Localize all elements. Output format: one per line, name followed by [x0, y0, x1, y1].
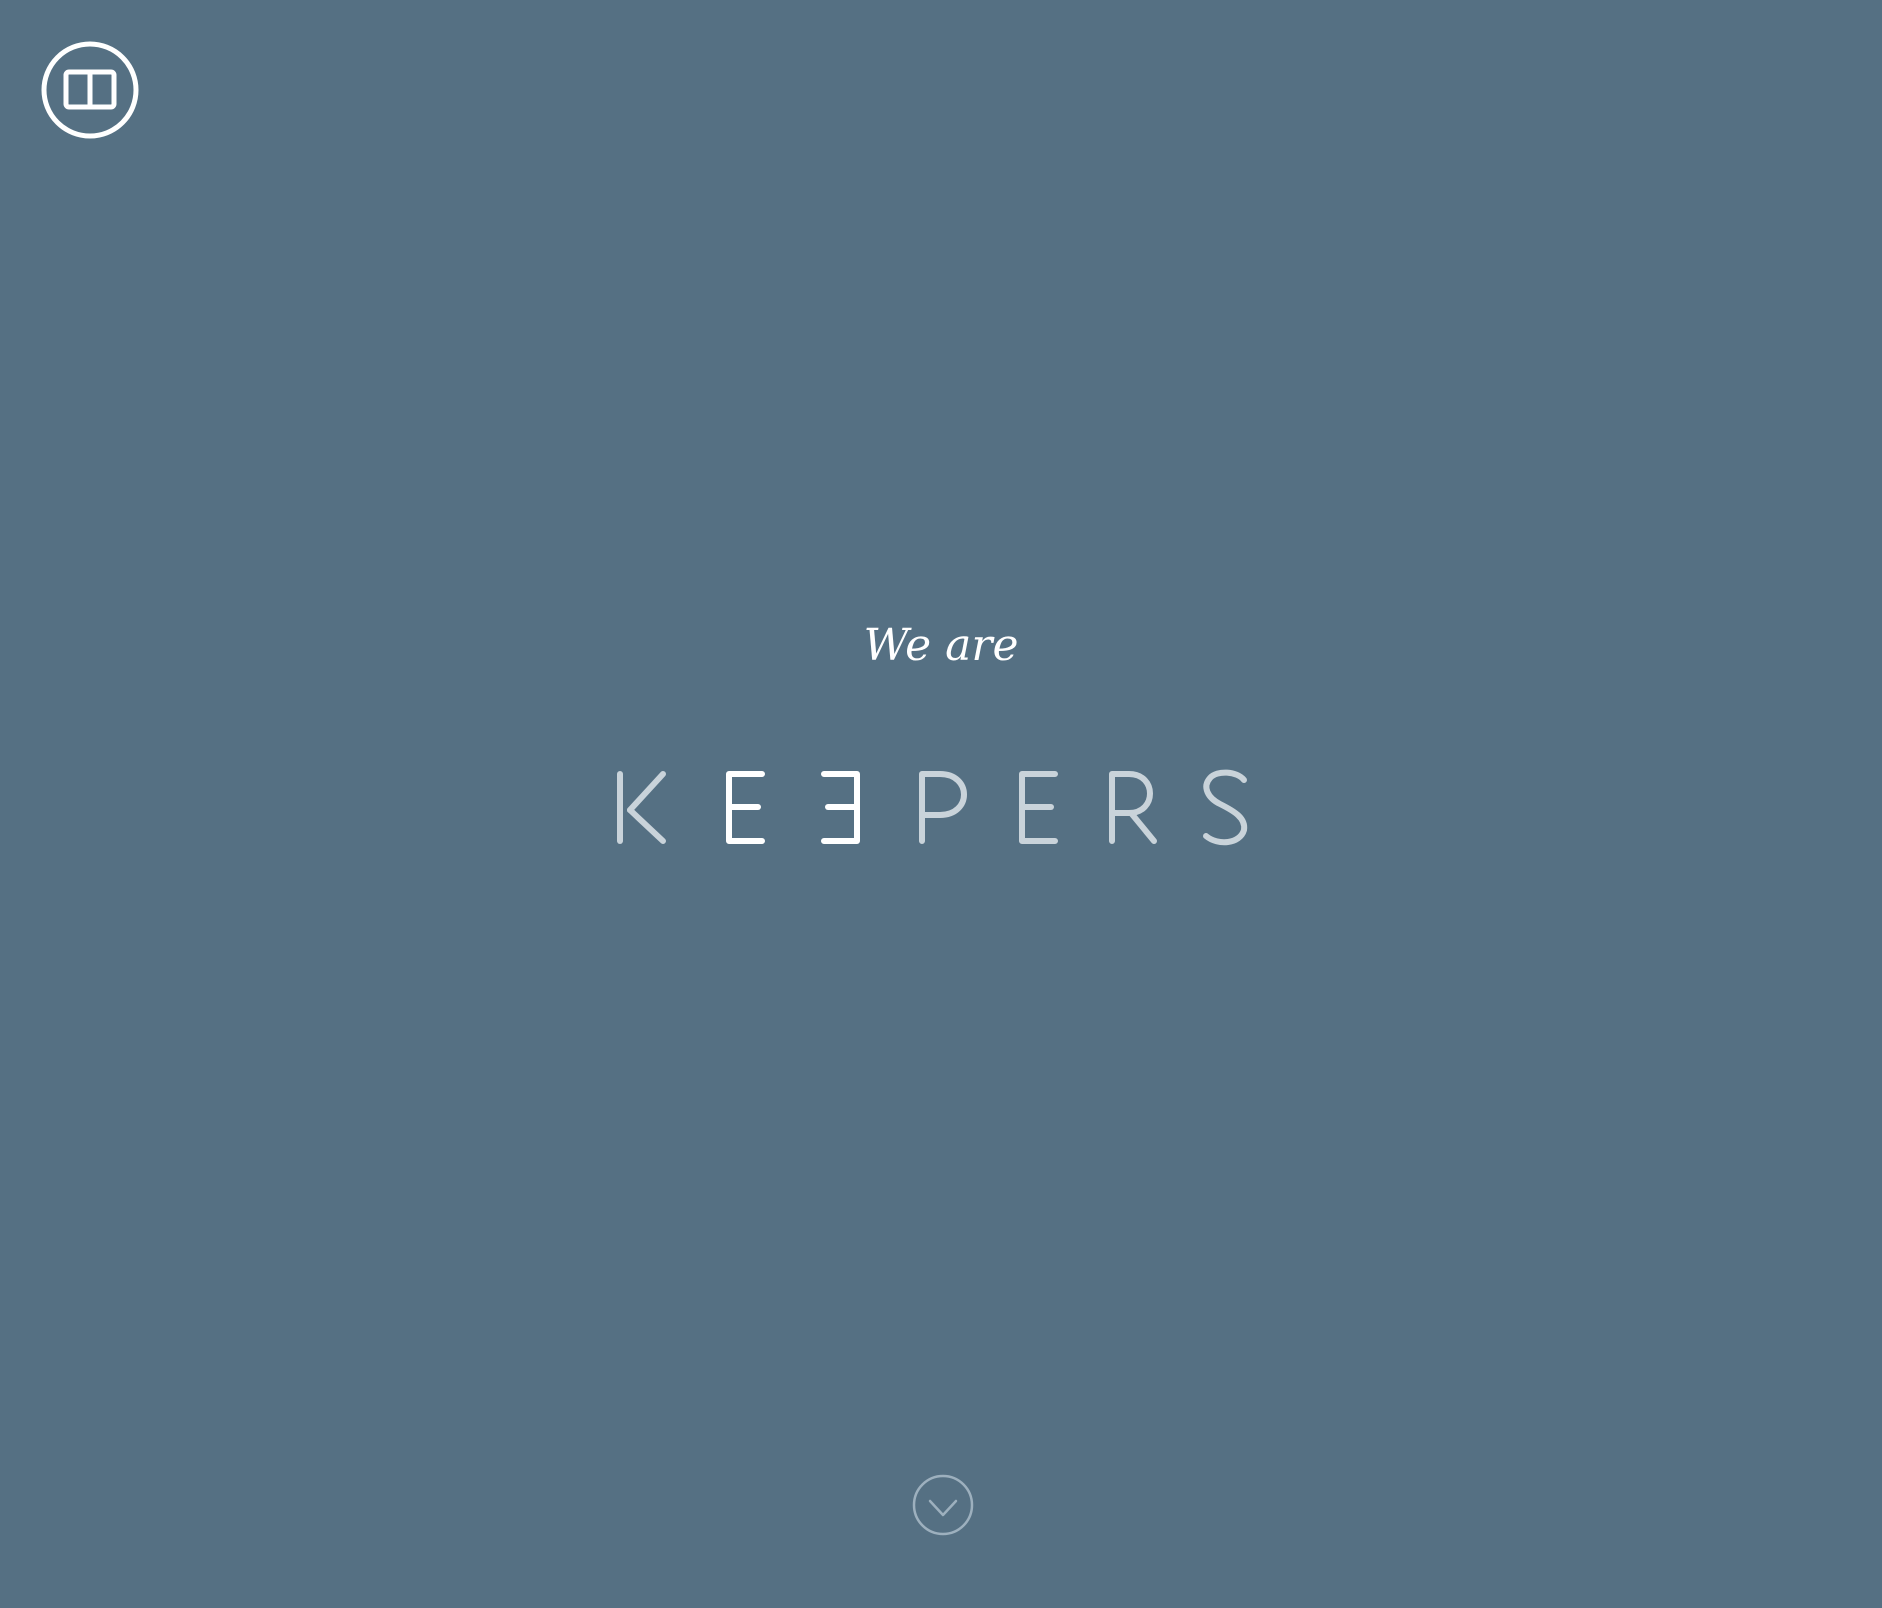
wordmark-letter-e-mirrored [821, 771, 860, 844]
wordmark-letter-r [1109, 771, 1157, 844]
hero-page: We are [0, 0, 1882, 1608]
scroll-down-button[interactable] [911, 1473, 975, 1537]
keepers-wordmark [600, 760, 1260, 860]
wordmark-letter-e-second [1019, 771, 1058, 844]
hero-tagline: We are [863, 620, 1019, 671]
wordmark-letter-e [726, 771, 765, 844]
book-icon [41, 41, 139, 139]
wordmark-letter-k [617, 771, 666, 844]
wordmark-letter-p [919, 771, 967, 844]
wordmark-letter-s [1203, 769, 1248, 846]
chevron-down-icon [912, 1474, 974, 1536]
logo-button[interactable] [41, 41, 139, 139]
